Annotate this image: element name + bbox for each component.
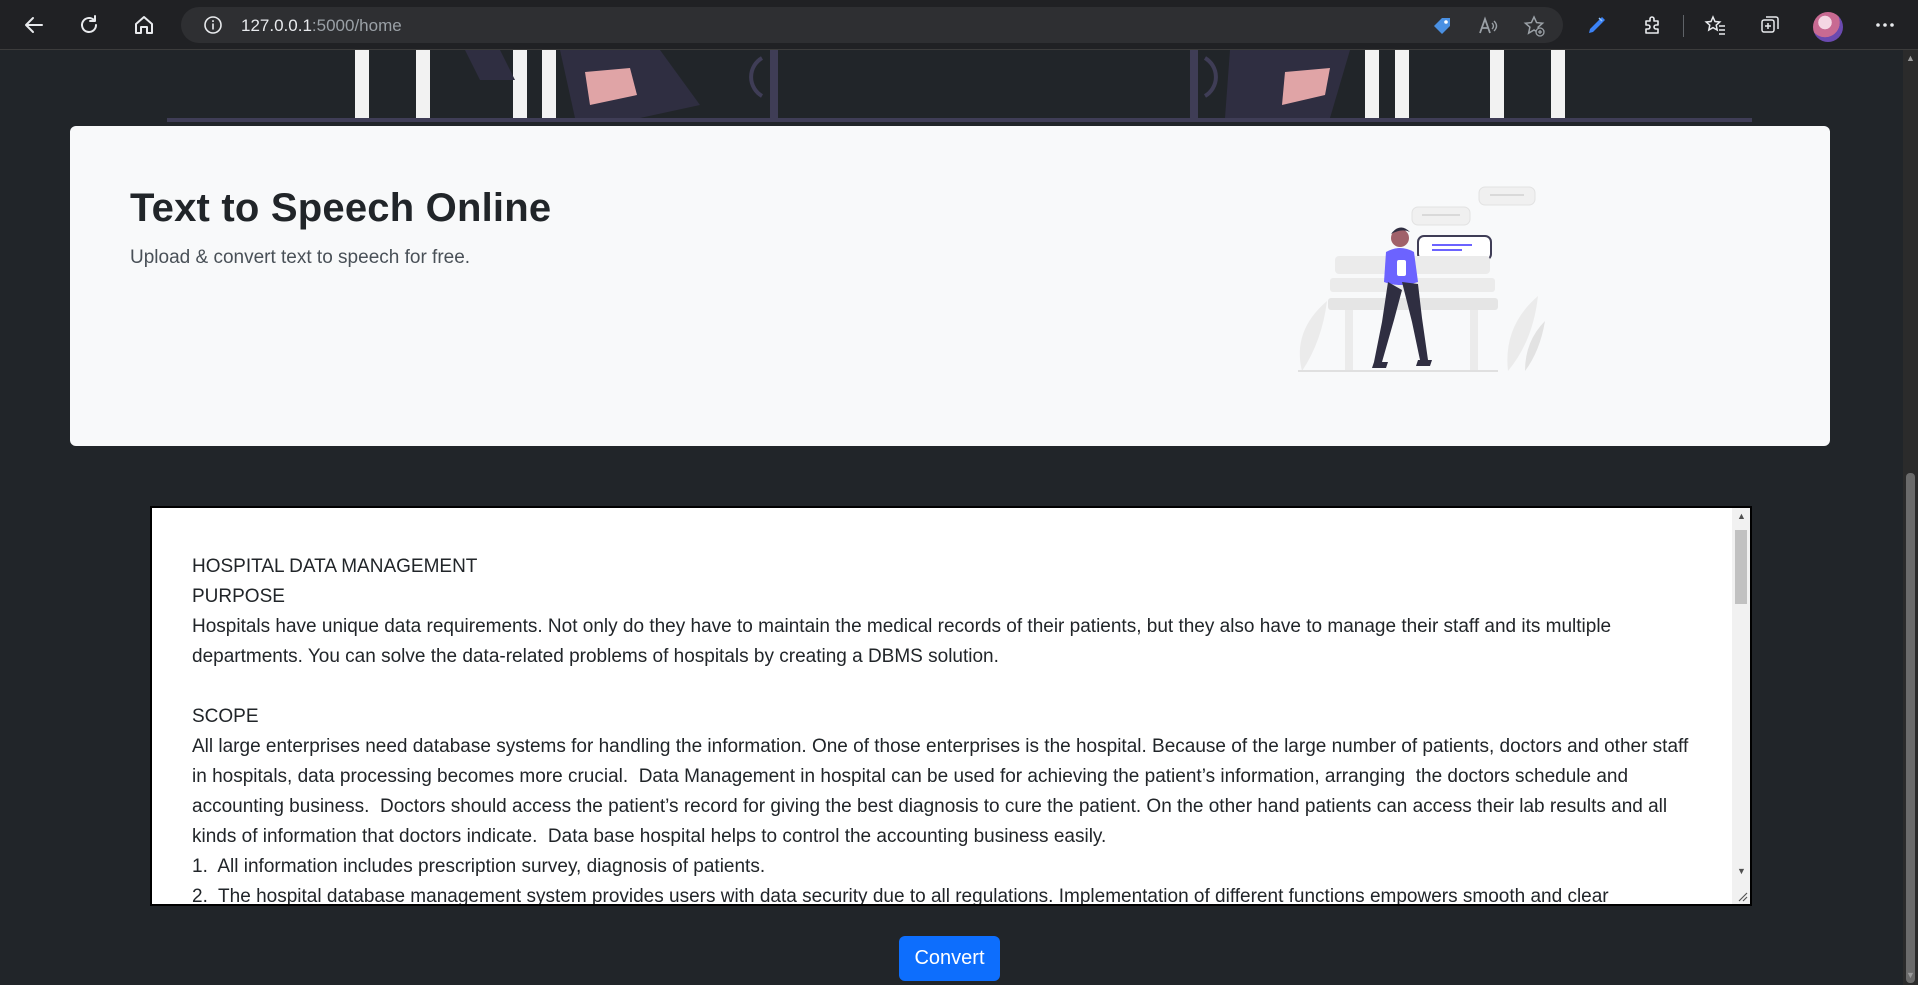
url-path: :5000/home [311, 16, 402, 35]
person-on-bench-illustration [1290, 186, 1550, 381]
url-text[interactable]: 127.0.0.1:5000/home [241, 16, 402, 36]
resize-handle-icon[interactable] [1736, 890, 1748, 902]
coupon-tag-icon[interactable] [1431, 15, 1453, 37]
settings-menu-button[interactable] [1870, 10, 1900, 40]
back-arrow-icon [25, 17, 43, 33]
home-icon [135, 16, 153, 34]
read-aloud-icon[interactable] [1477, 15, 1499, 37]
extensions-button[interactable] [1637, 10, 1667, 40]
reload-icon [81, 15, 97, 33]
scroll-up-icon[interactable]: ▲ [1737, 511, 1746, 521]
page-title: Text to Speech Online [130, 186, 552, 230]
intro-card: Text to Speech Online Upload & convert t… [70, 126, 1830, 446]
add-favorite-icon[interactable] [1523, 15, 1545, 37]
hero-illustration [0, 50, 1903, 125]
pen-icon [1589, 17, 1605, 33]
textarea-scrollbar[interactable]: ▲ ▼ [1732, 508, 1750, 904]
reload-button[interactable] [73, 9, 105, 41]
collections-button[interactable] [1755, 10, 1785, 40]
page-scroll-down-icon[interactable]: ▼ [1906, 970, 1915, 980]
browser-toolbar: 127.0.0.1:5000/home [0, 0, 1918, 50]
page-scroll-up-icon[interactable]: ▲ [1906, 53, 1915, 63]
text-to-speech-input[interactable]: HOSPITAL DATA MANAGEMENT PURPOSE Hospita… [152, 508, 1732, 904]
collections-icon [1761, 16, 1779, 33]
page-subtitle: Upload & convert text to speech for free… [130, 247, 471, 268]
url-host: 127.0.0.1 [241, 16, 312, 35]
favorites-button[interactable] [1700, 10, 1730, 40]
more-dots-icon [1876, 23, 1894, 27]
address-bar[interactable]: 127.0.0.1:5000/home [181, 7, 1563, 43]
page-scroll-thumb[interactable] [1906, 473, 1915, 983]
puzzle-icon [1645, 16, 1659, 34]
profile-avatar[interactable] [1813, 12, 1843, 42]
toolbar-divider [1683, 15, 1684, 37]
scroll-down-icon[interactable]: ▼ [1737, 866, 1746, 876]
home-button[interactable] [128, 9, 160, 41]
favorites-icon [1704, 15, 1725, 35]
textarea-scroll-thumb[interactable] [1735, 530, 1747, 604]
convert-button[interactable]: Convert [899, 936, 1000, 981]
text-input-area: HOSPITAL DATA MANAGEMENT PURPOSE Hospita… [150, 506, 1752, 906]
site-info-icon[interactable] [203, 15, 223, 35]
back-button[interactable] [18, 9, 50, 41]
copilot-button[interactable] [1582, 10, 1612, 40]
page-scrollbar[interactable]: ▲ ▼ [1903, 50, 1918, 985]
